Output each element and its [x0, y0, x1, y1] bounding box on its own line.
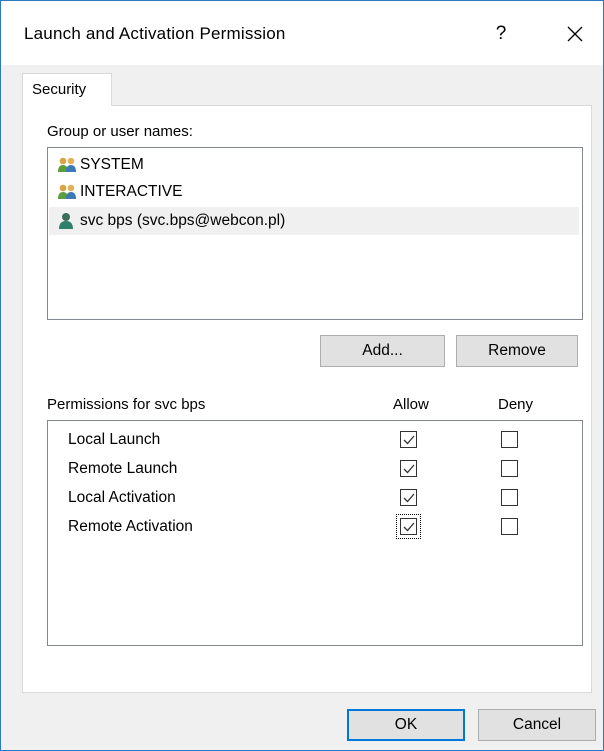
- permission-row-local-launch: Local Launch: [48, 426, 582, 454]
- deny-checkbox[interactable]: [501, 489, 518, 506]
- deny-checkbox[interactable]: [501, 431, 518, 448]
- allow-checkbox[interactable]: [400, 460, 417, 477]
- help-icon: ?: [495, 23, 507, 44]
- cancel-button[interactable]: Cancel: [478, 709, 596, 741]
- permissions-label: Permissions for svc bps: [47, 396, 206, 413]
- user-item-label: SYSTEM: [80, 156, 144, 173]
- user-item-label: svc bps (svc.bps@webcon.pl): [80, 212, 286, 229]
- permission-row-remote-activation: Remote Activation: [48, 513, 582, 541]
- user-icon: [59, 213, 73, 229]
- remove-button[interactable]: Remove: [456, 335, 578, 367]
- deny-column-header: Deny: [498, 396, 534, 413]
- group-users-icon: [58, 184, 76, 199]
- permission-row-remote-launch: Remote Launch: [48, 455, 582, 483]
- user-item-svc-bps[interactable]: svc bps (svc.bps@webcon.pl): [49, 207, 579, 235]
- close-icon: [567, 26, 583, 42]
- tab-security[interactable]: Security: [22, 73, 112, 106]
- close-button[interactable]: [553, 15, 597, 53]
- tab-security-label: Security: [32, 81, 87, 98]
- user-item-system[interactable]: SYSTEM: [49, 151, 579, 179]
- group-users-icon: [58, 157, 76, 172]
- ok-button[interactable]: OK: [347, 709, 465, 741]
- allow-checkbox[interactable]: [400, 489, 417, 506]
- permission-row-local-activation: Local Activation: [48, 484, 582, 512]
- dialog-window: Launch and Activation Permission ? Secur…: [0, 0, 604, 751]
- permission-name: Local Activation: [68, 489, 176, 506]
- allow-checkbox[interactable]: [400, 431, 417, 448]
- permission-name: Remote Launch: [68, 460, 178, 477]
- add-button[interactable]: Add...: [320, 335, 445, 367]
- permissions-list: Local Launch Remote Launch Local Activat…: [47, 420, 583, 646]
- title-bar: Launch and Activation Permission ?: [1, 1, 603, 65]
- check-icon: [403, 493, 415, 503]
- group-or-user-names-label: Group or user names:: [47, 123, 193, 140]
- deny-checkbox[interactable]: [501, 460, 518, 477]
- check-icon: [403, 435, 415, 445]
- permission-name: Local Launch: [68, 431, 161, 448]
- deny-checkbox[interactable]: [501, 518, 518, 535]
- user-item-interactive[interactable]: INTERACTIVE: [49, 178, 579, 206]
- user-item-label: INTERACTIVE: [80, 183, 183, 200]
- help-button[interactable]: ?: [479, 15, 523, 53]
- window-title: Launch and Activation Permission: [24, 24, 286, 43]
- allow-checkbox[interactable]: [400, 518, 417, 535]
- check-icon: [403, 464, 415, 474]
- check-icon: [403, 522, 415, 532]
- permission-name: Remote Activation: [68, 518, 193, 535]
- allow-column-header: Allow: [393, 396, 429, 413]
- users-list[interactable]: SYSTEM INTERACTIVE svc bps (svc.bps@webc…: [47, 147, 583, 320]
